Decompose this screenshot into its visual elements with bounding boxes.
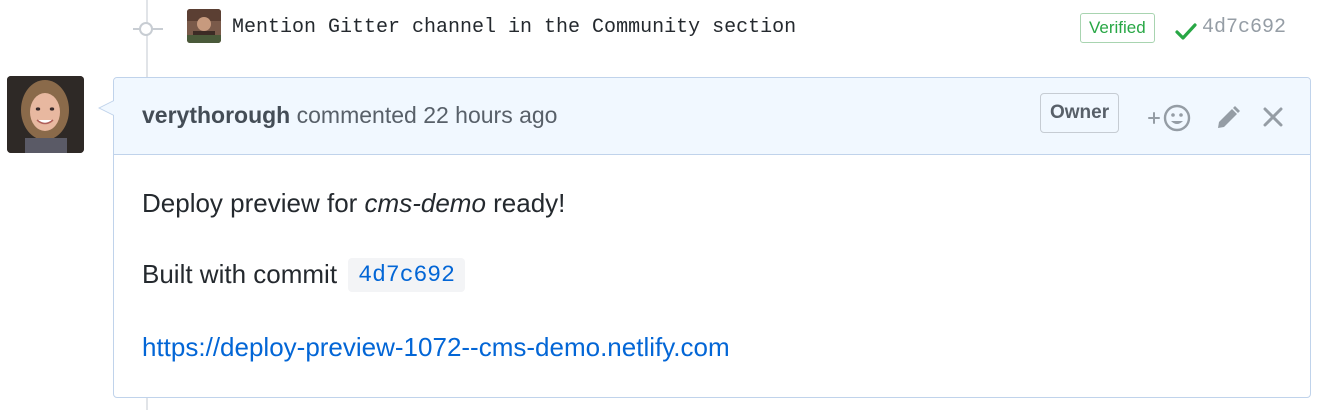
commenter-avatar[interactable]	[7, 76, 84, 153]
deploy-preview-line: https://deploy-preview-1072--cms-demo.ne…	[142, 332, 730, 363]
built-with-label: Built with commit	[142, 259, 338, 289]
pencil-icon[interactable]	[1214, 104, 1242, 132]
commit-row: Mention Gitter channel in the Community …	[0, 0, 1325, 60]
pr-timeline: Mention Gitter channel in the Community …	[0, 0, 1325, 410]
deploy-text-prefix: Deploy preview for	[142, 188, 365, 218]
commit-author-avatar[interactable]	[187, 9, 221, 43]
comment-header: verythorough commented 22 hours ago Owne…	[114, 78, 1310, 155]
commit-message-link[interactable]: Mention Gitter channel in the Community …	[232, 16, 796, 39]
comment-author-link[interactable]: verythorough	[142, 102, 290, 128]
verified-badge[interactable]: Verified	[1080, 13, 1155, 43]
commit-sha-link[interactable]: 4d7c692	[1202, 16, 1286, 39]
add-reaction-icon[interactable]	[1146, 103, 1192, 133]
owner-badge: Owner	[1040, 93, 1120, 133]
commit-sha-code-link[interactable]: 4d7c692	[348, 258, 465, 292]
comment-box: verythorough commented 22 hours ago Owne…	[98, 77, 1311, 398]
comment-action: commented	[296, 102, 417, 128]
check-icon[interactable]	[1174, 19, 1198, 43]
deploy-status-text: Deploy preview for cms-demo ready!	[142, 188, 565, 219]
built-with-text: Built with commit 4d7c692	[142, 258, 465, 294]
deploy-preview-link[interactable]: https://deploy-preview-1072--cms-demo.ne…	[142, 332, 730, 362]
deploy-text-suffix: ready!	[485, 188, 566, 218]
site-name: cms-demo	[364, 188, 486, 218]
close-icon[interactable]	[1260, 104, 1286, 130]
comment-timestamp-link[interactable]: 22 hours ago	[423, 102, 557, 128]
commit-node-icon	[139, 22, 153, 36]
comment-meta: verythorough commented 22 hours ago	[142, 102, 557, 129]
